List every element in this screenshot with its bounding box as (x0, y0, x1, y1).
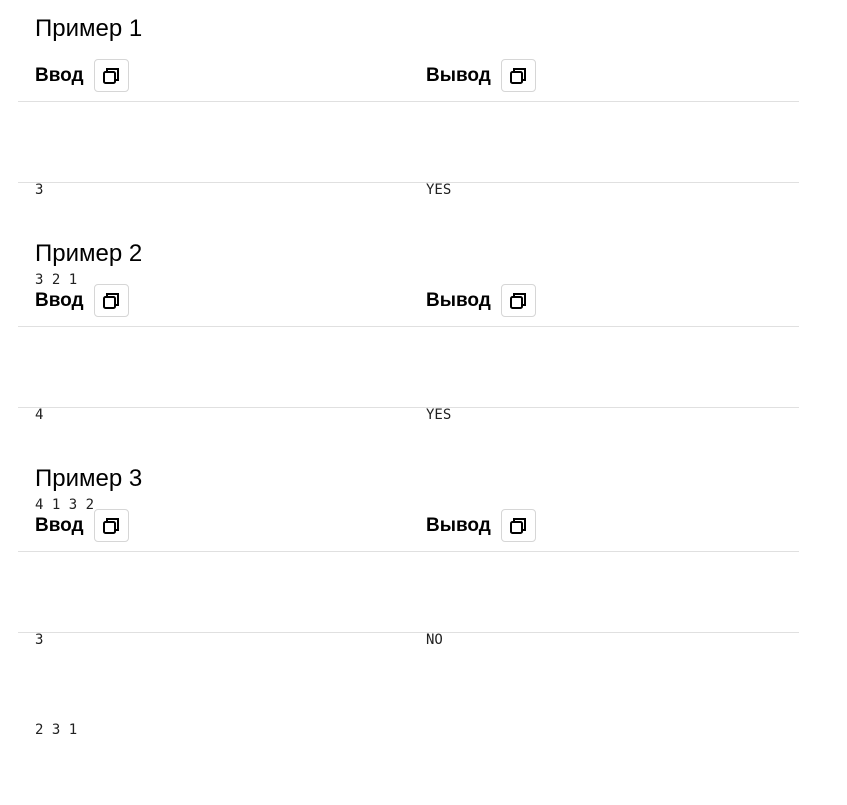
copy-input-button[interactable] (93, 284, 129, 317)
output-label: Вывод (426, 64, 491, 86)
divider (18, 407, 799, 408)
output-header: Вывод (426, 508, 536, 543)
output-label: Вывод (426, 514, 491, 536)
copy-icon (103, 517, 120, 534)
input-line: 3 (35, 182, 44, 198)
output-line: YES (426, 407, 452, 423)
input-label: Ввод (35, 64, 84, 86)
output-header: Вывод (426, 283, 536, 318)
input-data: 3 2 3 1 (35, 565, 77, 805)
input-label: Ввод (35, 514, 84, 536)
copy-icon (103, 292, 120, 309)
input-label: Ввод (35, 289, 84, 311)
output-header: Вывод (426, 58, 536, 93)
copy-input-button[interactable] (93, 59, 129, 92)
copy-output-button[interactable] (500, 59, 536, 92)
copy-icon (510, 517, 527, 534)
input-header: Ввод (35, 58, 129, 93)
output-label: Вывод (426, 289, 491, 311)
example-1: Пример 1 Ввод Вывод 3 3 2 1 YES (18, 0, 799, 288)
divider (18, 551, 799, 552)
output-line: YES (426, 182, 452, 198)
example-title: Пример 1 (35, 15, 143, 42)
copy-input-button[interactable] (93, 509, 129, 542)
divider (18, 101, 799, 102)
example-2: Пример 2 Ввод Вывод 4 4 1 3 2 YES (18, 225, 799, 513)
copy-icon (510, 292, 527, 309)
input-line: 4 (35, 407, 44, 423)
divider (18, 326, 799, 327)
input-header: Ввод (35, 508, 129, 543)
input-line: 3 (35, 632, 44, 648)
divider (18, 182, 799, 183)
input-line: 2 3 1 (35, 722, 78, 738)
example-title: Пример 3 (35, 465, 143, 492)
copy-output-button[interactable] (500, 509, 536, 542)
copy-output-button[interactable] (500, 284, 536, 317)
copy-icon (510, 67, 527, 84)
example-title: Пример 2 (35, 240, 143, 267)
example-3: Пример 3 Ввод Вывод 3 2 3 1 NO (18, 450, 799, 738)
divider (18, 632, 799, 633)
copy-icon (103, 67, 120, 84)
output-line: NO (426, 632, 443, 648)
output-data: NO (426, 565, 460, 715)
input-header: Ввод (35, 283, 129, 318)
